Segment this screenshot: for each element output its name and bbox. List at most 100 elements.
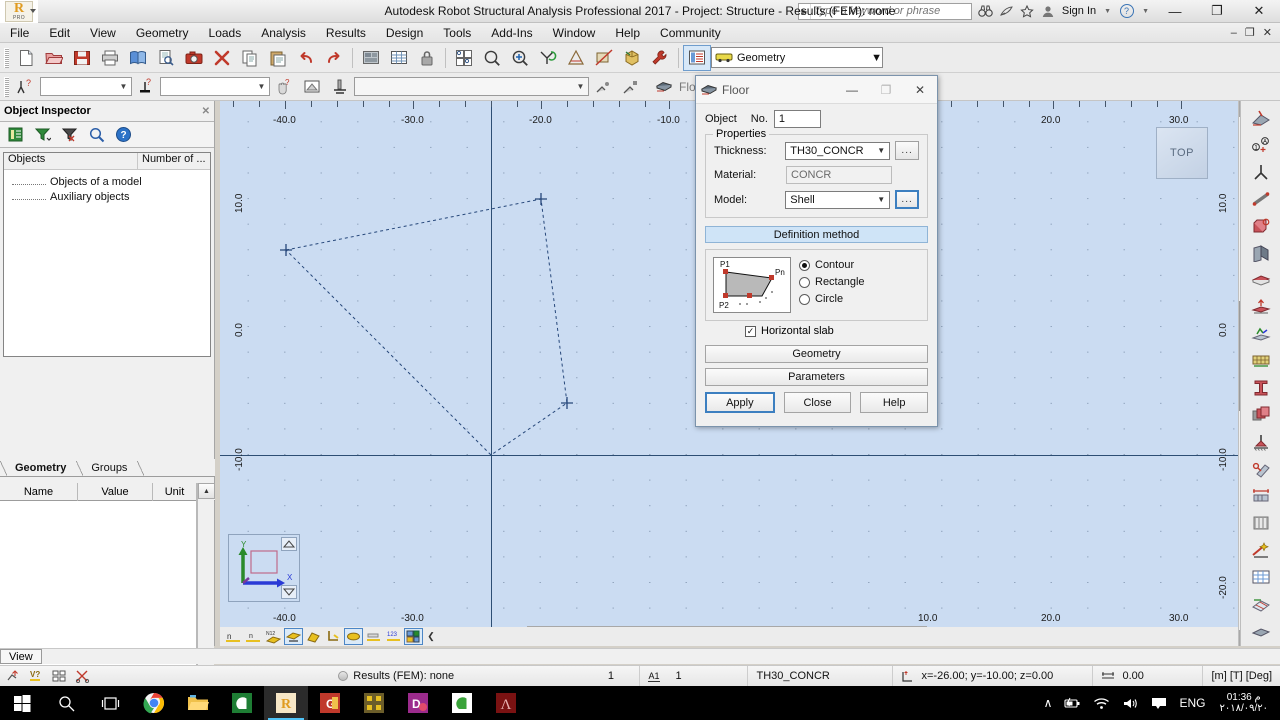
menu-window[interactable]: Window bbox=[543, 24, 606, 42]
view-up-button[interactable] bbox=[281, 537, 297, 551]
start-button[interactable] bbox=[0, 686, 44, 720]
radio-contour-icon[interactable] bbox=[799, 259, 810, 271]
apply-button[interactable]: Apply bbox=[705, 392, 775, 413]
acrobat-icon[interactable]: Λ bbox=[484, 686, 528, 720]
floor-dialog-close[interactable]: ✕ bbox=[903, 76, 937, 103]
lock-icon[interactable] bbox=[413, 45, 441, 71]
search-icon[interactable] bbox=[44, 686, 88, 720]
chevron-down-icon[interactable]: ▼ bbox=[254, 78, 269, 95]
taskbar-clock[interactable]: 01:36 م ٢٠١٨/٠٩/٢٠ bbox=[1211, 692, 1276, 715]
node-numbers-icon[interactable]: n bbox=[224, 628, 243, 645]
hand-help-icon[interactable]: ? bbox=[270, 74, 298, 100]
help-icon[interactable]: ? bbox=[114, 125, 133, 144]
view-cube[interactable]: TOP bbox=[1156, 127, 1208, 179]
display-settings-icon[interactable] bbox=[357, 45, 385, 71]
chevron-down-icon[interactable]: ▼ bbox=[116, 78, 131, 95]
support-node-icon[interactable] bbox=[1247, 159, 1275, 185]
floor-dialog[interactable]: Floor — ❐ ✕ Object No. 1 Properties Thic… bbox=[695, 75, 938, 427]
option-rectangle[interactable]: Rectangle bbox=[799, 276, 865, 288]
chevron-down-icon[interactable]: ▼ bbox=[873, 143, 889, 159]
zoom-all-icon[interactable] bbox=[506, 45, 534, 71]
model-browse-button[interactable]: ... bbox=[895, 190, 919, 209]
wifi-icon[interactable] bbox=[1087, 697, 1116, 710]
chevron-down-icon[interactable]: ▼ bbox=[573, 78, 588, 95]
grid-app-icon[interactable] bbox=[352, 686, 396, 720]
save-icon[interactable] bbox=[68, 45, 96, 71]
cut-tool-icon[interactable] bbox=[75, 669, 91, 683]
toolbar-grip[interactable] bbox=[4, 47, 9, 68]
view-tab[interactable]: View bbox=[0, 649, 42, 664]
chevron-down-icon[interactable]: ▼ bbox=[873, 192, 889, 208]
layout-combo[interactable]: Geometry ▼ bbox=[711, 47, 883, 68]
menu-community[interactable]: Community bbox=[650, 24, 731, 42]
bar-member-icon[interactable] bbox=[1247, 186, 1275, 212]
wall-panel-icon[interactable] bbox=[1247, 240, 1275, 266]
tab-groups[interactable]: Groups bbox=[83, 461, 137, 476]
material-layers-icon[interactable] bbox=[1247, 402, 1275, 428]
panel-numbers-icon[interactable]: N12 bbox=[264, 628, 283, 645]
table-icon[interactable] bbox=[385, 45, 413, 71]
close-button[interactable]: Close bbox=[783, 392, 852, 413]
local-axes-icon[interactable] bbox=[324, 628, 343, 645]
menu-loads[interactable]: Loads bbox=[199, 24, 252, 42]
mesh-table-icon[interactable] bbox=[1247, 564, 1275, 590]
loads-display-icon[interactable] bbox=[364, 628, 383, 645]
menu-help[interactable]: Help bbox=[605, 24, 650, 42]
tree-item-objects-of-model[interactable]: Objects of a model bbox=[4, 174, 210, 189]
more-tools-icon[interactable] bbox=[1247, 618, 1275, 644]
chrome-icon[interactable] bbox=[132, 686, 176, 720]
zoom-window-icon[interactable] bbox=[478, 45, 506, 71]
robot-structural-icon[interactable]: R bbox=[264, 686, 308, 720]
d-app-icon[interactable]: D bbox=[396, 686, 440, 720]
supports-display-icon[interactable] bbox=[284, 628, 303, 645]
tab-geometry[interactable]: Geometry bbox=[7, 461, 77, 476]
view-down-button[interactable] bbox=[281, 585, 297, 599]
solid-object-icon[interactable] bbox=[1247, 213, 1275, 239]
measure-icon[interactable] bbox=[562, 45, 590, 71]
slab-floor-icon[interactable] bbox=[1247, 267, 1275, 293]
cladding-icon[interactable] bbox=[1247, 348, 1275, 374]
render-3d-icon[interactable] bbox=[618, 45, 646, 71]
print-preview-icon[interactable] bbox=[152, 45, 180, 71]
menu-addins[interactable]: Add-Ins bbox=[481, 24, 542, 42]
refresh-view-icon[interactable] bbox=[534, 45, 562, 71]
mdi-minimize-button[interactable]: – bbox=[1227, 27, 1241, 39]
menu-tools[interactable]: Tools bbox=[433, 24, 481, 42]
tray-expand-icon[interactable]: ∧ bbox=[1038, 696, 1059, 710]
thickness-browse-button[interactable]: ... bbox=[895, 141, 919, 160]
parameters-button[interactable]: Parameters bbox=[705, 368, 928, 386]
file-explorer-icon[interactable] bbox=[176, 686, 220, 720]
grid-snap-icon[interactable]: V? bbox=[29, 669, 45, 683]
help-button[interactable]: Help bbox=[860, 392, 929, 413]
notifications-icon[interactable] bbox=[1145, 697, 1173, 710]
list-view-icon[interactable] bbox=[6, 125, 25, 144]
new-file-icon[interactable] bbox=[12, 45, 40, 71]
node-edit-icon[interactable] bbox=[617, 74, 645, 100]
delete-icon[interactable] bbox=[208, 45, 236, 71]
section-type-icon[interactable]: ? bbox=[132, 74, 160, 100]
scroll-up-button[interactable]: ▲ bbox=[198, 483, 215, 499]
grid-display-icon[interactable] bbox=[52, 669, 68, 683]
paste-icon[interactable] bbox=[264, 45, 292, 71]
close-icon[interactable]: ✕ bbox=[202, 106, 210, 117]
slab-display-icon[interactable] bbox=[344, 628, 363, 645]
floor-dialog-titlebar[interactable]: Floor — ❐ ✕ bbox=[696, 76, 937, 104]
long-combo[interactable]: ▼ bbox=[354, 77, 589, 96]
geometry-button[interactable]: Geometry bbox=[705, 345, 928, 363]
redo-icon[interactable] bbox=[320, 45, 348, 71]
option-circle[interactable]: Circle bbox=[799, 293, 865, 305]
filter-icon[interactable] bbox=[33, 125, 52, 144]
load-values-icon[interactable]: 123 bbox=[384, 628, 403, 645]
section-cut-icon[interactable] bbox=[590, 45, 618, 71]
wrench-tools-icon[interactable] bbox=[646, 45, 674, 71]
horizontal-slab-checkbox[interactable]: ✓ bbox=[745, 325, 756, 337]
language-indicator[interactable]: ENG bbox=[1173, 696, 1211, 710]
support-combo[interactable]: ▼ bbox=[40, 77, 132, 96]
snapshot-camera-icon[interactable] bbox=[180, 45, 208, 71]
support-define-icon[interactable] bbox=[326, 74, 354, 100]
filter-clear-icon[interactable] bbox=[60, 125, 79, 144]
menu-design[interactable]: Design bbox=[376, 24, 433, 42]
collapse-toolbar-icon[interactable]: ❮ bbox=[424, 628, 438, 645]
app-green2-icon[interactable] bbox=[440, 686, 484, 720]
axis-indicator-widget[interactable]: Y X bbox=[228, 534, 300, 602]
